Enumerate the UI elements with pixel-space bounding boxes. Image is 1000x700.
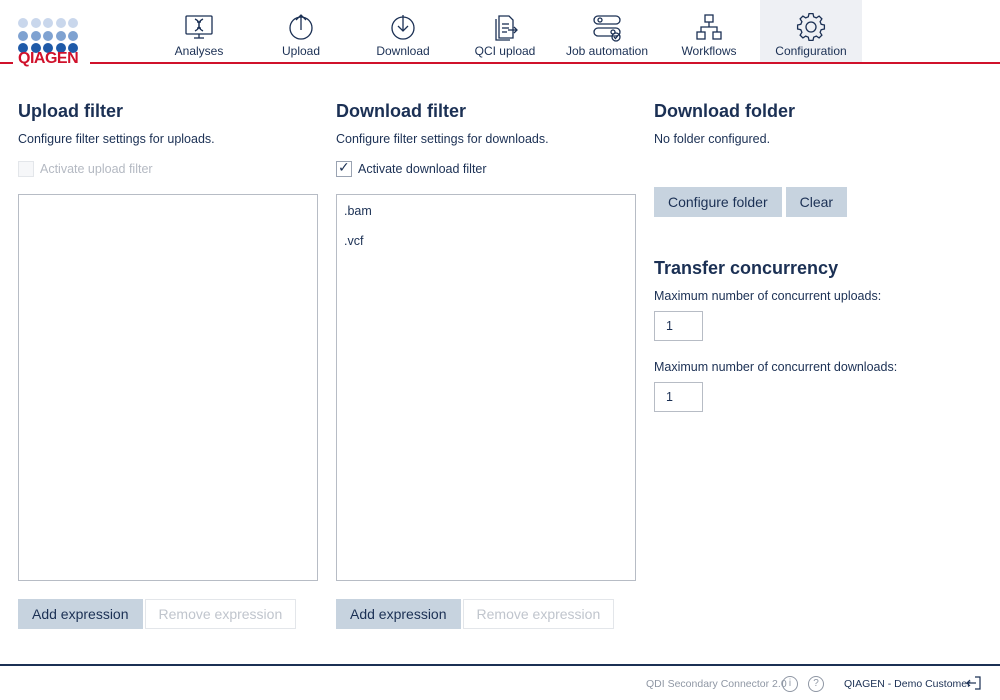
- nav-qci-upload[interactable]: QCI upload: [454, 0, 556, 62]
- list-item[interactable]: .bam: [337, 195, 635, 225]
- gear-icon: [796, 12, 826, 42]
- logo-dots: [18, 18, 82, 53]
- max-downloads-label: Maximum number of concurrent downloads:: [654, 360, 898, 374]
- activate-download-filter-label: Activate download filter: [358, 162, 487, 176]
- upload-expression-list[interactable]: [18, 194, 318, 581]
- nav-upload[interactable]: Upload: [250, 0, 352, 62]
- help-icon[interactable]: ?: [808, 676, 824, 692]
- download-icon: [388, 12, 418, 42]
- app-header: QIAGEN Analyses Upload Download QCI uplo…: [0, 0, 1000, 67]
- version-text: QDI Secondary Connector 2.0: [646, 678, 787, 690]
- nav-workflows[interactable]: Workflows: [658, 0, 760, 62]
- max-uploads-input[interactable]: [654, 311, 703, 341]
- nav-download[interactable]: Download: [352, 0, 454, 62]
- upload-filter-title: Upload filter: [18, 101, 124, 121]
- dna-screen-icon: [184, 12, 214, 42]
- nav-label: Upload: [281, 44, 321, 58]
- download-folder-actions: Configure folder Clear: [654, 187, 984, 217]
- remove-upload-expression-button[interactable]: Remove expression: [144, 599, 297, 629]
- list-item[interactable]: .vcf: [337, 225, 635, 255]
- max-downloads-input[interactable]: [654, 382, 703, 412]
- download-filter-title: Download filter: [336, 101, 466, 121]
- upload-filter-actions: Add expression Remove expression: [18, 599, 297, 629]
- nav-label: Configuration: [775, 44, 847, 58]
- activate-upload-filter-label: Activate upload filter: [40, 162, 153, 176]
- nav-label: Download: [376, 44, 430, 58]
- download-filter-actions: Add expression Remove expression: [336, 599, 615, 629]
- upload-filter-description: Configure filter settings for uploads.: [18, 132, 215, 146]
- activate-upload-filter[interactable]: Activate upload filter: [18, 161, 318, 177]
- header-divider-left: [0, 62, 13, 64]
- add-download-expression-button[interactable]: Add expression: [336, 599, 461, 629]
- qiagen-logo: QIAGEN: [18, 18, 82, 70]
- upload-filter-section: Upload filter Configure filter settings …: [18, 100, 318, 629]
- add-upload-expression-button[interactable]: Add expression: [18, 599, 143, 629]
- logout-icon[interactable]: [966, 675, 982, 691]
- activate-download-filter[interactable]: ✓ Activate download filter: [336, 159, 636, 177]
- download-folder-section: Download folder No folder configured. Co…: [654, 100, 984, 412]
- logo-text: QIAGEN: [18, 50, 79, 67]
- main-nav: Analyses Upload Download QCI upload Job …: [148, 0, 862, 62]
- info-icon[interactable]: i: [782, 676, 798, 692]
- download-folder-status: No folder configured.: [654, 132, 771, 146]
- automation-icon: [592, 12, 622, 42]
- app-footer: QDI Secondary Connector 2.0 i ? QIAGEN -…: [0, 666, 1000, 700]
- max-uploads-label: Maximum number of concurrent uploads:: [654, 289, 882, 303]
- clear-folder-button[interactable]: Clear: [785, 187, 848, 217]
- nav-analyses[interactable]: Analyses: [148, 0, 250, 62]
- workflow-icon: [694, 12, 724, 42]
- activate-upload-filter-checkbox[interactable]: [18, 161, 34, 177]
- nav-label: Analyses: [174, 44, 224, 58]
- nav-configuration[interactable]: Configuration: [760, 0, 862, 62]
- checkmark-icon: ✓: [338, 159, 350, 175]
- nav-job-automation[interactable]: Job automation: [556, 0, 658, 62]
- nav-label: QCI upload: [474, 44, 536, 58]
- download-folder-title: Download folder: [654, 101, 795, 121]
- user-name: QIAGEN - Demo Customer: [844, 678, 971, 690]
- download-filter-section: Download filter Configure filter setting…: [336, 100, 636, 629]
- remove-download-expression-button[interactable]: Remove expression: [462, 599, 615, 629]
- nav-label: Workflows: [681, 44, 737, 58]
- document-export-icon: [490, 12, 520, 42]
- activate-download-filter-checkbox[interactable]: ✓: [336, 159, 352, 177]
- upload-icon: [286, 12, 316, 42]
- configure-folder-button[interactable]: Configure folder: [654, 187, 782, 217]
- download-expression-list[interactable]: .bam .vcf: [336, 194, 636, 581]
- nav-label: Job automation: [565, 44, 649, 58]
- header-divider: [90, 62, 1000, 64]
- download-filter-description: Configure filter settings for downloads.: [336, 132, 549, 146]
- transfer-concurrency-title: Transfer concurrency: [654, 258, 839, 278]
